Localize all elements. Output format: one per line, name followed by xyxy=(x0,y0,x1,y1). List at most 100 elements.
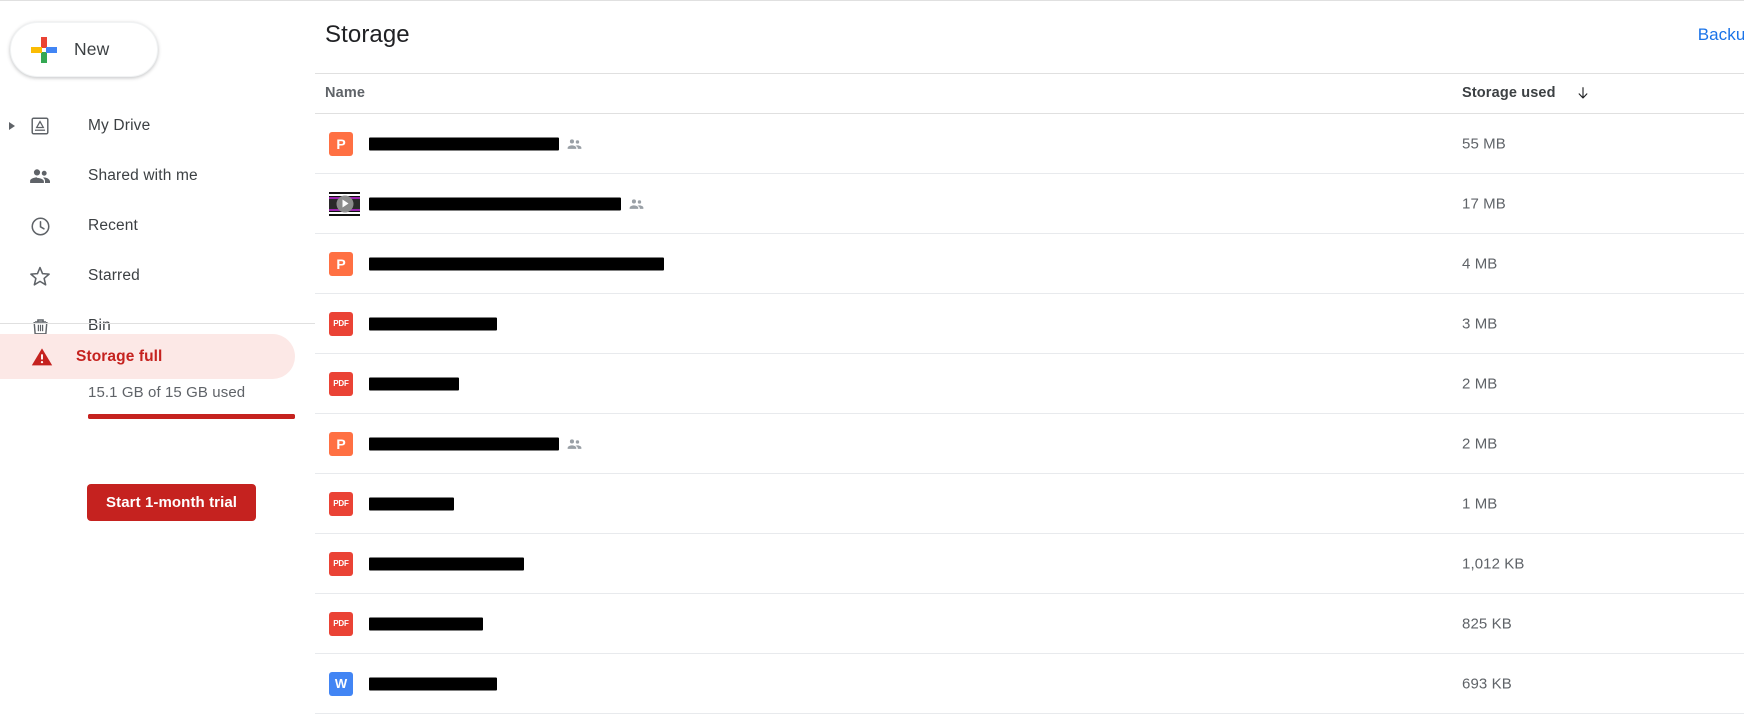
video-icon xyxy=(329,191,360,216)
sidebar-nav: My Drive Shared with me Recent Starred B… xyxy=(0,101,315,351)
file-name-redacted xyxy=(369,677,497,690)
file-name-cell xyxy=(369,135,583,152)
page-header: Storage Backup xyxy=(315,1,1744,73)
column-header-name[interactable]: Name xyxy=(325,85,365,101)
file-name-cell xyxy=(369,257,664,270)
file-storage-used: 55 MB xyxy=(1462,135,1506,152)
start-trial-button[interactable]: Start 1-month trial xyxy=(87,484,257,521)
file-name-redacted xyxy=(369,437,559,450)
new-button-label: New xyxy=(74,39,110,59)
column-header-storage-used-label: Storage used xyxy=(1462,85,1556,101)
sidebar-item-label: My Drive xyxy=(88,117,151,134)
table-header-row: Name Storage used xyxy=(315,73,1744,114)
star-icon xyxy=(27,263,53,289)
warning-triangle-icon xyxy=(29,344,55,370)
file-name-cell xyxy=(369,557,524,570)
file-name-redacted xyxy=(369,557,524,570)
table-row[interactable]: P 2 MB xyxy=(315,414,1744,474)
file-name-redacted xyxy=(369,617,483,630)
clock-icon xyxy=(27,213,53,239)
storage-quota-text: 15.1 GB of 15 GB used xyxy=(88,384,246,401)
pdf-icon: PDF xyxy=(329,611,353,636)
file-type-icon: P xyxy=(329,431,353,456)
pdf-icon: PDF xyxy=(329,551,353,576)
sidebar-item-recent[interactable]: Recent xyxy=(0,201,315,251)
new-button[interactable]: New xyxy=(10,22,158,77)
chevron-right-icon[interactable] xyxy=(9,122,15,130)
file-name-redacted xyxy=(369,497,454,510)
file-name-redacted xyxy=(369,257,664,270)
sidebar: New My Drive Shared with me Recent Starr… xyxy=(0,1,315,722)
file-type-icon: P xyxy=(329,251,353,276)
file-name-redacted xyxy=(369,197,621,210)
pdf-icon: PDF xyxy=(329,491,353,516)
file-storage-used: 1,012 KB xyxy=(1462,555,1525,572)
powerpoint-icon: P xyxy=(329,251,353,276)
table-row[interactable]: W 693 KB xyxy=(315,654,1744,714)
file-type-icon: PDF xyxy=(329,491,353,516)
table-row[interactable]: PDF 2 MB xyxy=(315,354,1744,414)
table-row[interactable]: PDF 825 KB xyxy=(315,594,1744,654)
sidebar-item-label: Starred xyxy=(88,267,140,284)
file-storage-used: 4 MB xyxy=(1462,255,1498,272)
file-storage-used: 2 MB xyxy=(1462,375,1498,392)
file-storage-used: 2 MB xyxy=(1462,435,1498,452)
file-type-icon: W xyxy=(329,671,353,696)
storage-progress-fill xyxy=(88,414,295,419)
plus-icon xyxy=(31,36,57,63)
sidebar-item-label: Bin xyxy=(88,317,111,334)
arrow-down-icon[interactable] xyxy=(1575,85,1591,101)
sidebar-item-my-drive[interactable]: My Drive xyxy=(0,101,315,151)
pdf-icon: PDF xyxy=(329,311,353,336)
table-row[interactable]: P 4 MB xyxy=(315,234,1744,294)
file-type-icon xyxy=(329,191,360,216)
table-row[interactable]: PDF 1,012 KB xyxy=(315,534,1744,594)
powerpoint-icon: P xyxy=(329,131,353,156)
file-storage-used: 1 MB xyxy=(1462,495,1498,512)
table-row[interactable]: 17 MB xyxy=(315,174,1744,234)
shared-with-me-icon xyxy=(27,163,53,189)
file-type-icon: P xyxy=(329,131,353,156)
file-name-cell xyxy=(369,317,497,330)
file-name-cell xyxy=(369,617,483,630)
file-name-cell xyxy=(369,435,583,452)
file-type-icon: PDF xyxy=(329,311,353,336)
pdf-icon: PDF xyxy=(329,371,353,396)
storage-full-item[interactable]: Storage full xyxy=(0,334,295,379)
storage-full-label: Storage full xyxy=(76,347,163,365)
page-title: Storage xyxy=(325,21,410,48)
drive-storage-page: New My Drive Shared with me Recent Starr… xyxy=(0,0,1744,722)
file-name-redacted xyxy=(369,137,559,150)
file-name-cell xyxy=(369,497,454,510)
sidebar-item-label: Recent xyxy=(88,217,139,234)
column-header-storage-used[interactable]: Storage used xyxy=(1462,85,1591,101)
file-name-cell xyxy=(369,377,459,390)
main-content: Storage Backup Name Storage used P 55 MB 1… xyxy=(315,1,1744,722)
file-list: P 55 MB 17 MB P 4 MB PDF 3 MB PDF 2 MB P 2 MB PDF 1 … xyxy=(315,114,1744,714)
table-row[interactable]: PDF 1 MB xyxy=(315,474,1744,534)
my-drive-icon xyxy=(27,113,53,139)
sidebar-item-starred[interactable]: Starred xyxy=(0,251,315,301)
backup-link[interactable]: Backup xyxy=(1698,25,1744,45)
file-storage-used: 3 MB xyxy=(1462,315,1498,332)
table-row[interactable]: P 55 MB xyxy=(315,114,1744,174)
file-storage-used: 17 MB xyxy=(1462,195,1506,212)
file-name-cell xyxy=(369,195,645,212)
powerpoint-icon: P xyxy=(329,431,353,456)
shared-people-icon xyxy=(628,195,645,212)
file-storage-used: 693 KB xyxy=(1462,675,1512,692)
sidebar-divider xyxy=(0,323,315,324)
file-name-cell xyxy=(369,677,497,690)
file-type-icon: PDF xyxy=(329,611,353,636)
file-type-icon: PDF xyxy=(329,551,353,576)
file-name-redacted xyxy=(369,377,459,390)
word-icon: W xyxy=(329,671,353,696)
sidebar-item-label: Shared with me xyxy=(88,167,198,184)
shared-people-icon xyxy=(566,435,583,452)
table-row[interactable]: PDF 3 MB xyxy=(315,294,1744,354)
file-storage-used: 825 KB xyxy=(1462,615,1512,632)
shared-people-icon xyxy=(566,135,583,152)
sidebar-item-shared-with-me[interactable]: Shared with me xyxy=(0,151,315,201)
storage-progress-bar xyxy=(88,414,295,419)
file-type-icon: PDF xyxy=(329,371,353,396)
